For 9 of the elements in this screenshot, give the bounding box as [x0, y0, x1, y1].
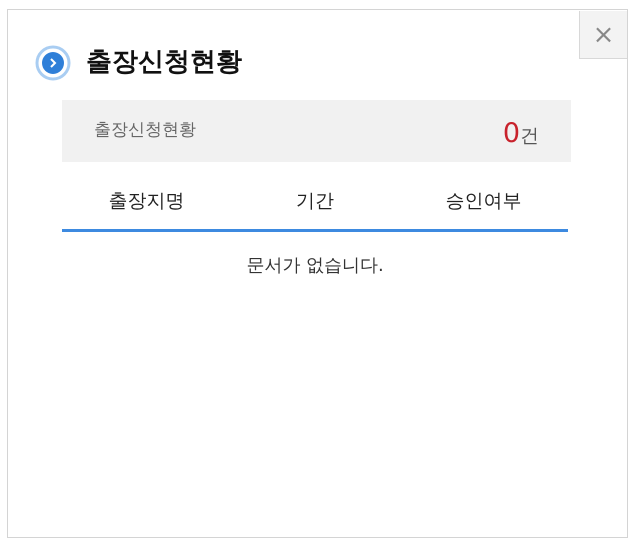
column-header: 출장지명 [108, 189, 184, 214]
count: 0 [502, 120, 520, 146]
column-header: 기간 [296, 189, 334, 214]
count-unit: 건 [520, 126, 539, 146]
empty-message: 문서가 없습니다. [246, 254, 384, 278]
window-title: 출장신청현황 [86, 46, 242, 79]
close-button[interactable]: × [579, 11, 627, 59]
summary-label: 출장신청현황 [94, 119, 196, 142]
column-header: 승인여부 [446, 189, 522, 214]
